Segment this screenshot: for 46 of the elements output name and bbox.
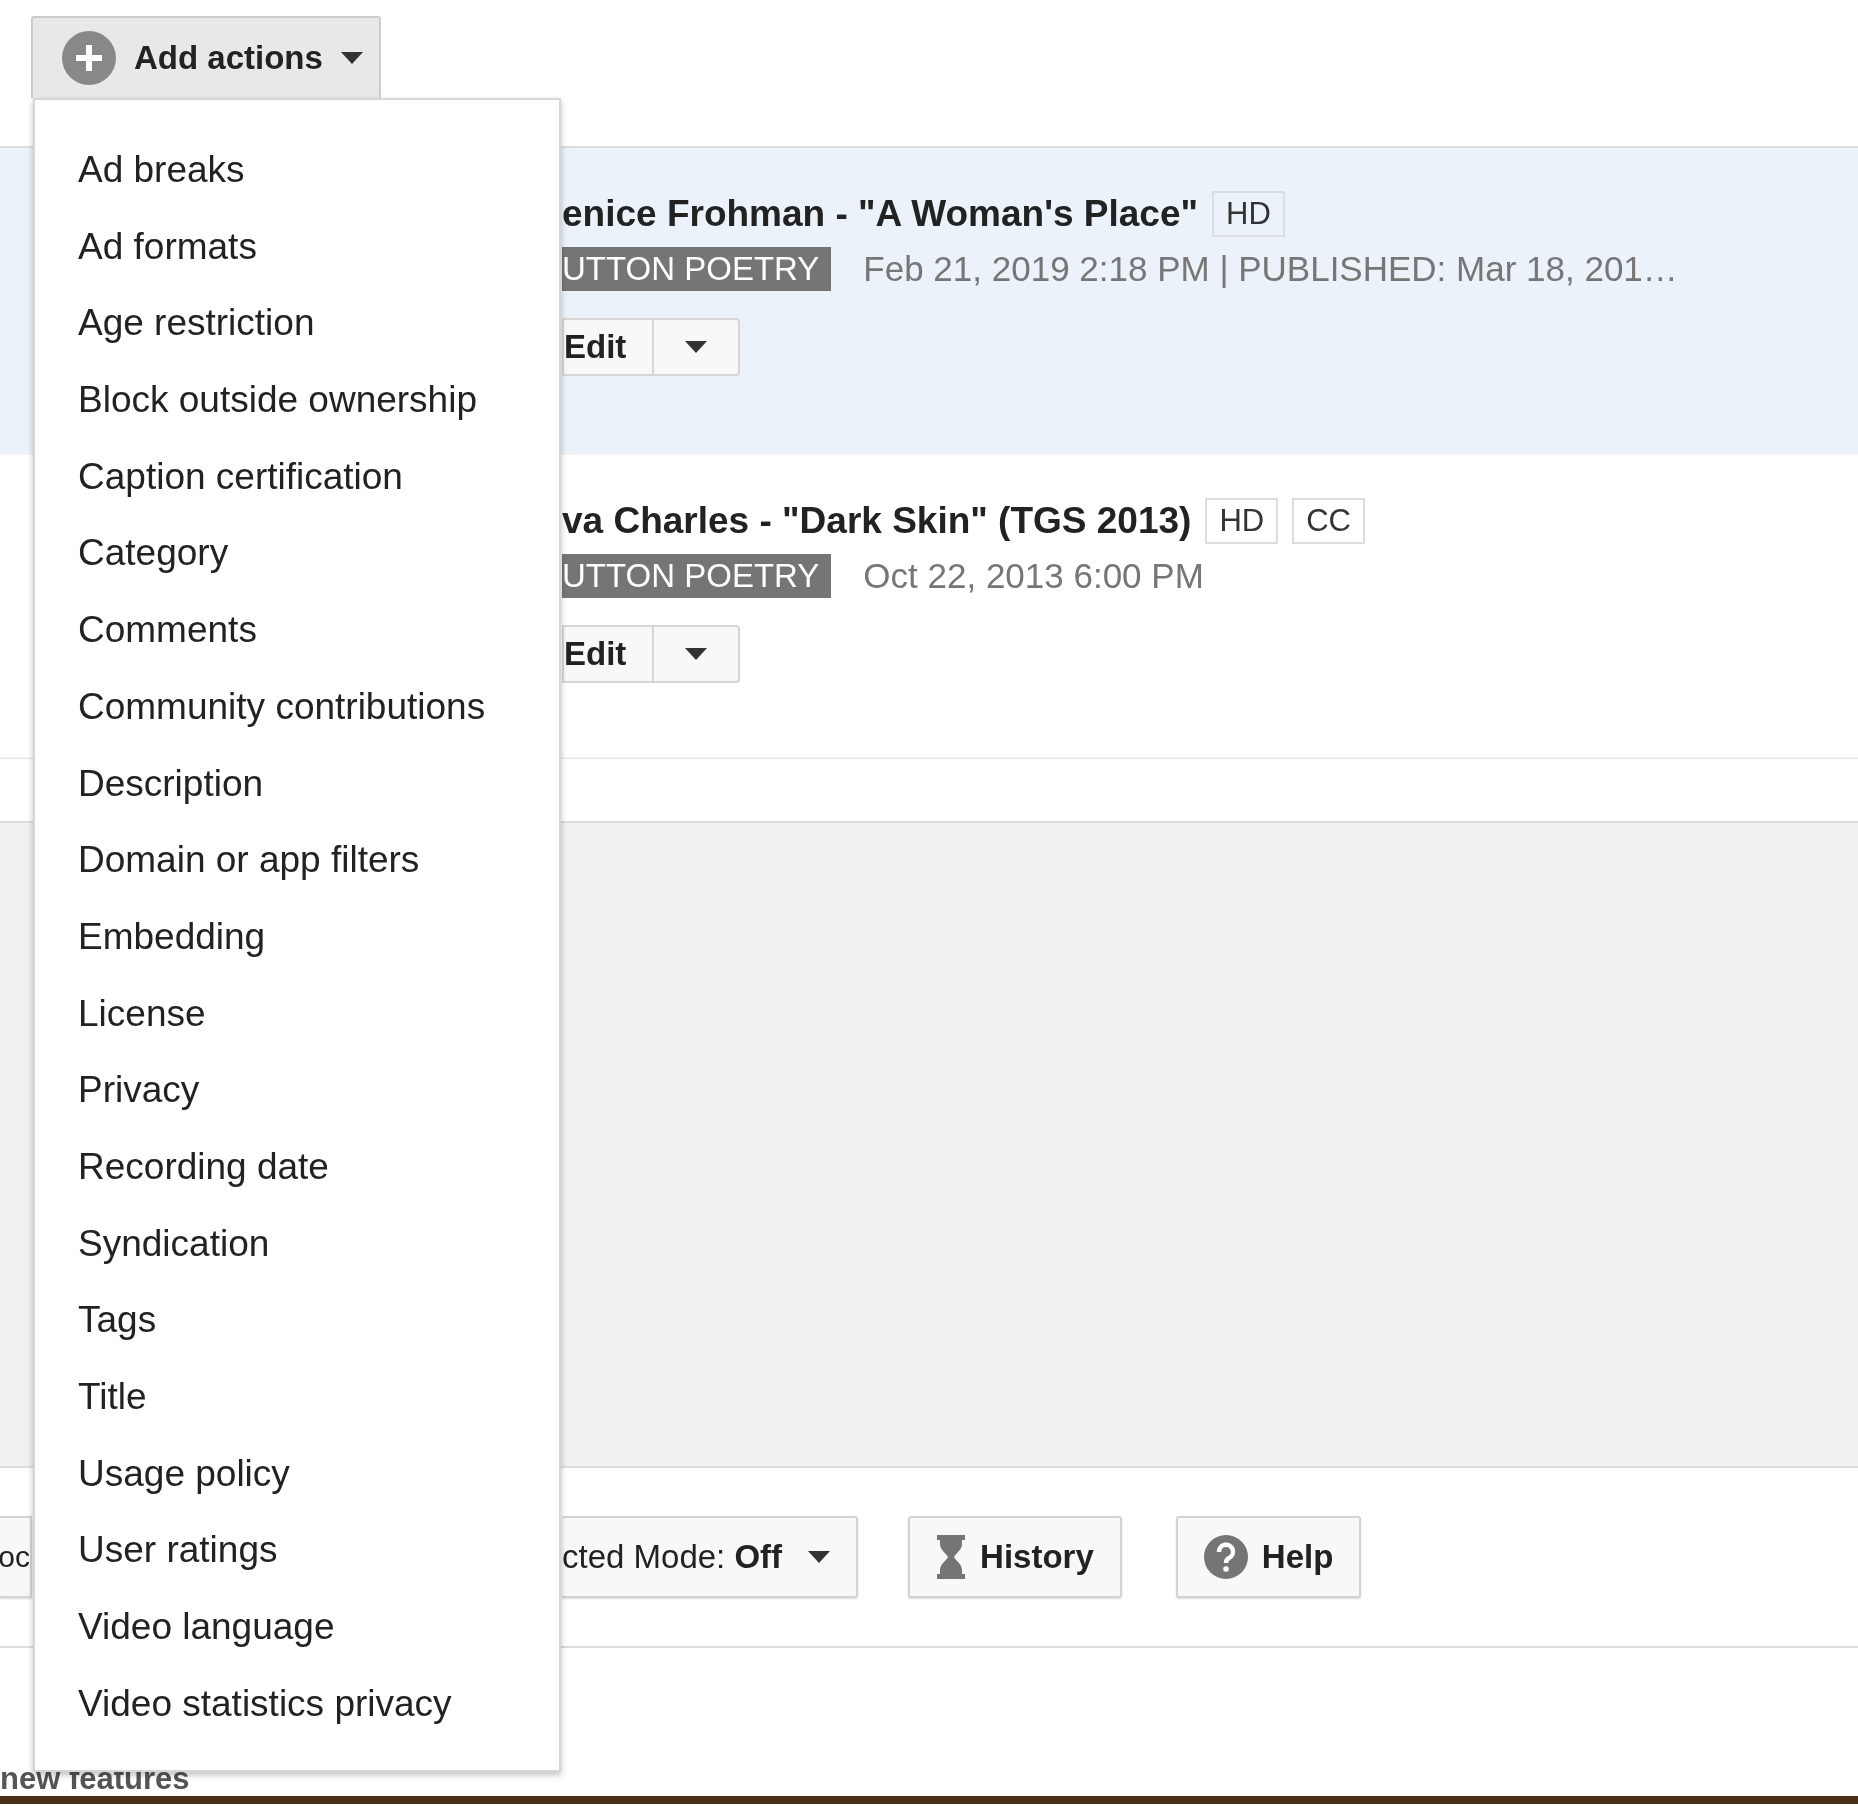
menu-item[interactable]: Category — [35, 515, 559, 593]
menu-item[interactable]: Block outside ownership — [35, 362, 559, 439]
menu-item[interactable]: Ad breaks — [35, 132, 559, 209]
channel-label: UTTON POETRY — [562, 554, 832, 598]
caret-icon — [808, 1551, 831, 1563]
video-title[interactable]: enice Frohman - "A Woman's Place" — [562, 193, 1199, 235]
caret-icon — [340, 52, 363, 64]
help-button[interactable]: Help — [1175, 1516, 1362, 1598]
add-actions-button[interactable]: Add actions — [31, 16, 381, 98]
caret-icon — [685, 648, 708, 660]
menu-item[interactable]: Video language — [35, 1589, 559, 1666]
menu-item[interactable]: Syndication — [35, 1205, 559, 1283]
toolbar-button[interactable]: oc — [0, 1516, 32, 1598]
plus-icon — [62, 31, 116, 85]
menu-item[interactable]: Caption certification — [35, 438, 559, 516]
hourglass-icon — [936, 1535, 967, 1579]
menu-item[interactable]: Video statistics privacy — [35, 1665, 559, 1743]
edit-button[interactable]: Edit — [562, 625, 653, 683]
menu-item[interactable]: Comments — [35, 592, 559, 669]
menu-item[interactable]: Usage policy — [35, 1435, 559, 1513]
history-button[interactable]: History — [908, 1516, 1122, 1598]
menu-item[interactable]: Community contributions — [35, 668, 559, 746]
menu-item[interactable]: Age restriction — [35, 285, 559, 363]
menu-item[interactable]: License — [35, 975, 559, 1053]
quality-tag: CC — [1292, 498, 1365, 544]
menu-item[interactable]: User ratings — [35, 1512, 559, 1590]
mode-dropdown[interactable]: cted Mode: Off — [562, 1516, 859, 1598]
menu-item[interactable]: Recording date — [35, 1128, 559, 1206]
help-icon — [1203, 1535, 1248, 1579]
menu-item[interactable]: Domain or app filters — [35, 822, 559, 899]
caret-icon — [685, 341, 708, 353]
edit-menu-button[interactable] — [652, 318, 741, 376]
channel-label: UTTON POETRY — [562, 247, 832, 291]
menu-item[interactable]: Privacy — [35, 1052, 559, 1129]
menu-item[interactable]: Tags — [35, 1282, 559, 1359]
edit-button[interactable]: Edit — [562, 318, 653, 376]
menu-item[interactable]: Embedding — [35, 898, 559, 976]
edit-menu-button[interactable] — [652, 625, 741, 683]
menu-item[interactable]: Title — [35, 1359, 559, 1436]
video-date: Oct 22, 2013 6:00 PM — [863, 556, 1204, 596]
menu-item[interactable]: Description — [35, 745, 559, 823]
quality-tag: HD — [1205, 498, 1279, 544]
menu-item[interactable]: Ad formats — [35, 208, 559, 286]
video-title[interactable]: va Charles - "Dark Skin" (TGS 2013) — [562, 500, 1192, 542]
quality-tag: HD — [1212, 191, 1285, 237]
video-date: Feb 21, 2019 2:18 PM | PUBLISHED: Mar 18, 201… — [863, 249, 1678, 289]
